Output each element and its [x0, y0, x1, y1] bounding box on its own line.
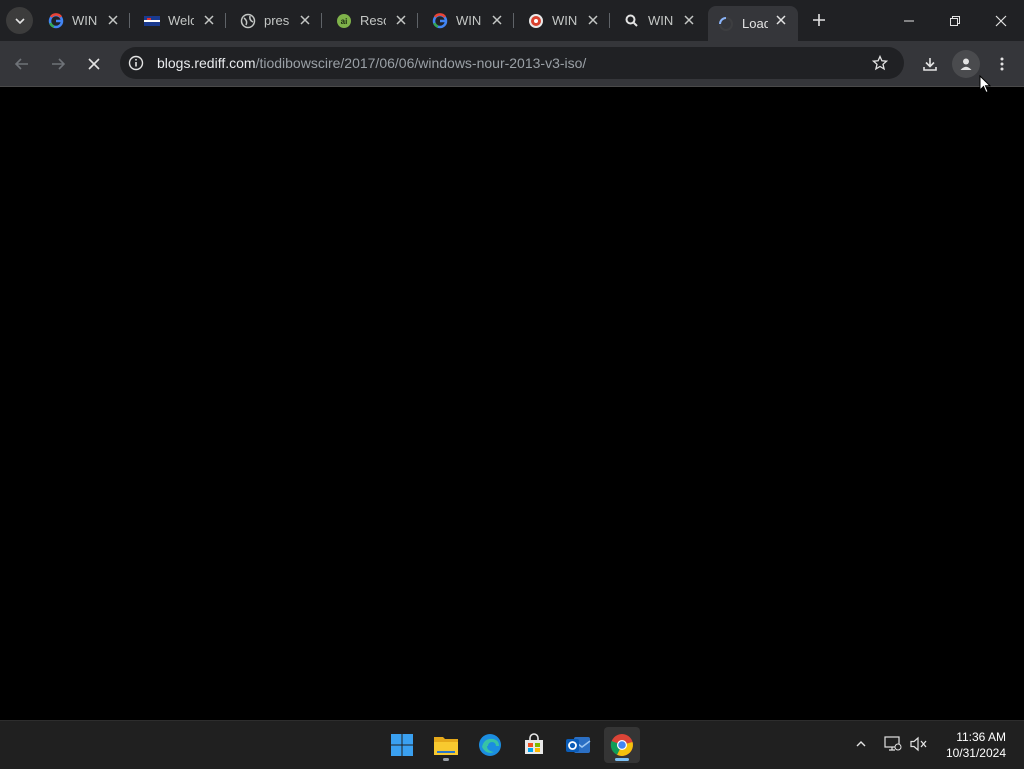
network-icon[interactable]: [882, 733, 904, 755]
close-icon[interactable]: [489, 12, 505, 28]
globe-icon: [240, 13, 256, 29]
close-icon[interactable]: [585, 12, 601, 28]
site-info-icon[interactable]: [128, 55, 144, 71]
clock-date: 10/31/2024: [945, 746, 1006, 760]
tab-title: Reso: [360, 13, 386, 28]
close-icon[interactable]: [773, 12, 789, 28]
google-icon: [48, 12, 64, 29]
arrow-right-icon: [52, 58, 66, 70]
file-explorer-icon[interactable]: [428, 727, 464, 763]
download-icon: [923, 58, 937, 71]
close-icon[interactable]: [105, 12, 121, 28]
green-ai-icon: ai: [336, 13, 352, 29]
tab-title: WIN: [456, 13, 482, 28]
volume-muted-icon[interactable]: [908, 733, 930, 755]
active-app-indicator: [615, 758, 629, 761]
tab-3[interactable]: pres: [226, 0, 322, 41]
menu-button[interactable]: [988, 50, 1016, 78]
kebab-menu-icon: [1000, 57, 1004, 71]
new-tab-button[interactable]: [808, 9, 830, 31]
outlook-icon[interactable]: [560, 727, 596, 763]
search-icon: [624, 13, 640, 29]
chrome-icon[interactable]: [604, 727, 640, 763]
page-content: [0, 87, 1024, 720]
chevron-up-icon[interactable]: [850, 733, 872, 755]
close-icon[interactable]: [393, 12, 409, 28]
close-icon[interactable]: [201, 12, 217, 28]
tab-title: WIN: [648, 13, 674, 28]
tab-strip: WIN Welc pres ai Reso WIN: [0, 0, 1024, 41]
tab-title: WIN: [552, 13, 578, 28]
restore-button[interactable]: [932, 0, 978, 41]
windows-start-icon[interactable]: [384, 727, 420, 763]
tab-search-button[interactable]: [6, 7, 33, 34]
address-bar[interactable]: blogs.rediff.com/tiodibowscire/2017/06/0…: [120, 47, 904, 79]
google-icon: [432, 12, 448, 29]
arrow-left-icon: [14, 58, 28, 70]
close-window-button[interactable]: [978, 0, 1024, 41]
forward-button[interactable]: [44, 50, 72, 78]
plus-icon: [813, 14, 825, 26]
edge-icon[interactable]: [472, 727, 508, 763]
close-icon[interactable]: [681, 12, 697, 28]
url-path: /tiodibowscire/2017/06/06/windows-nour-2…: [255, 55, 587, 71]
store-icon[interactable]: [516, 727, 552, 763]
windows-taskbar: 11:36 AM 10/31/2024: [0, 720, 1024, 769]
red-shield-icon: [528, 13, 544, 29]
system-clock[interactable]: 11:36 AM 10/31/2024: [946, 729, 1006, 761]
url-host: blogs.rediff.com: [157, 55, 256, 71]
restore-icon: [950, 15, 960, 26]
tab-4[interactable]: ai Reso: [322, 0, 418, 41]
bookmark-star-icon[interactable]: [870, 53, 890, 73]
browser-toolbar: blogs.rediff.com/tiodibowscire/2017/06/0…: [0, 41, 1024, 87]
downloads-button[interactable]: [916, 50, 944, 78]
tab-1[interactable]: WIN: [34, 0, 130, 41]
minimize-button[interactable]: [886, 0, 932, 41]
tab-5[interactable]: WIN: [418, 0, 514, 41]
close-icon: [995, 15, 1007, 26]
profile-button[interactable]: [952, 50, 980, 78]
minimize-icon: [904, 20, 914, 21]
tab-title: pres: [264, 13, 290, 28]
chevron-down-icon: [14, 17, 25, 24]
flag-icon: [144, 13, 160, 29]
url-text: blogs.rediff.com/tiodibowscire/2017/06/0…: [157, 55, 586, 71]
tab-title: WIN: [72, 13, 98, 28]
tab-7[interactable]: WIN: [610, 0, 706, 41]
close-icon[interactable]: [297, 12, 313, 28]
tab-active[interactable]: Load: [708, 6, 798, 41]
tab-6[interactable]: WIN: [514, 0, 610, 41]
profile-avatar-icon: [960, 58, 972, 70]
close-icon: [88, 58, 100, 70]
loading-spinner-icon: [718, 16, 734, 32]
tab-2[interactable]: Welc: [130, 0, 226, 41]
mouse-cursor-icon: [979, 74, 992, 99]
tab-title: Load: [742, 16, 768, 31]
tab-title: Welc: [168, 13, 194, 28]
back-button[interactable]: [8, 50, 36, 78]
stop-loading-button[interactable]: [80, 50, 108, 78]
svg-text:ai: ai: [341, 17, 348, 26]
clock-time: 11:36 AM: [956, 730, 1006, 744]
running-indicator: [443, 758, 449, 761]
